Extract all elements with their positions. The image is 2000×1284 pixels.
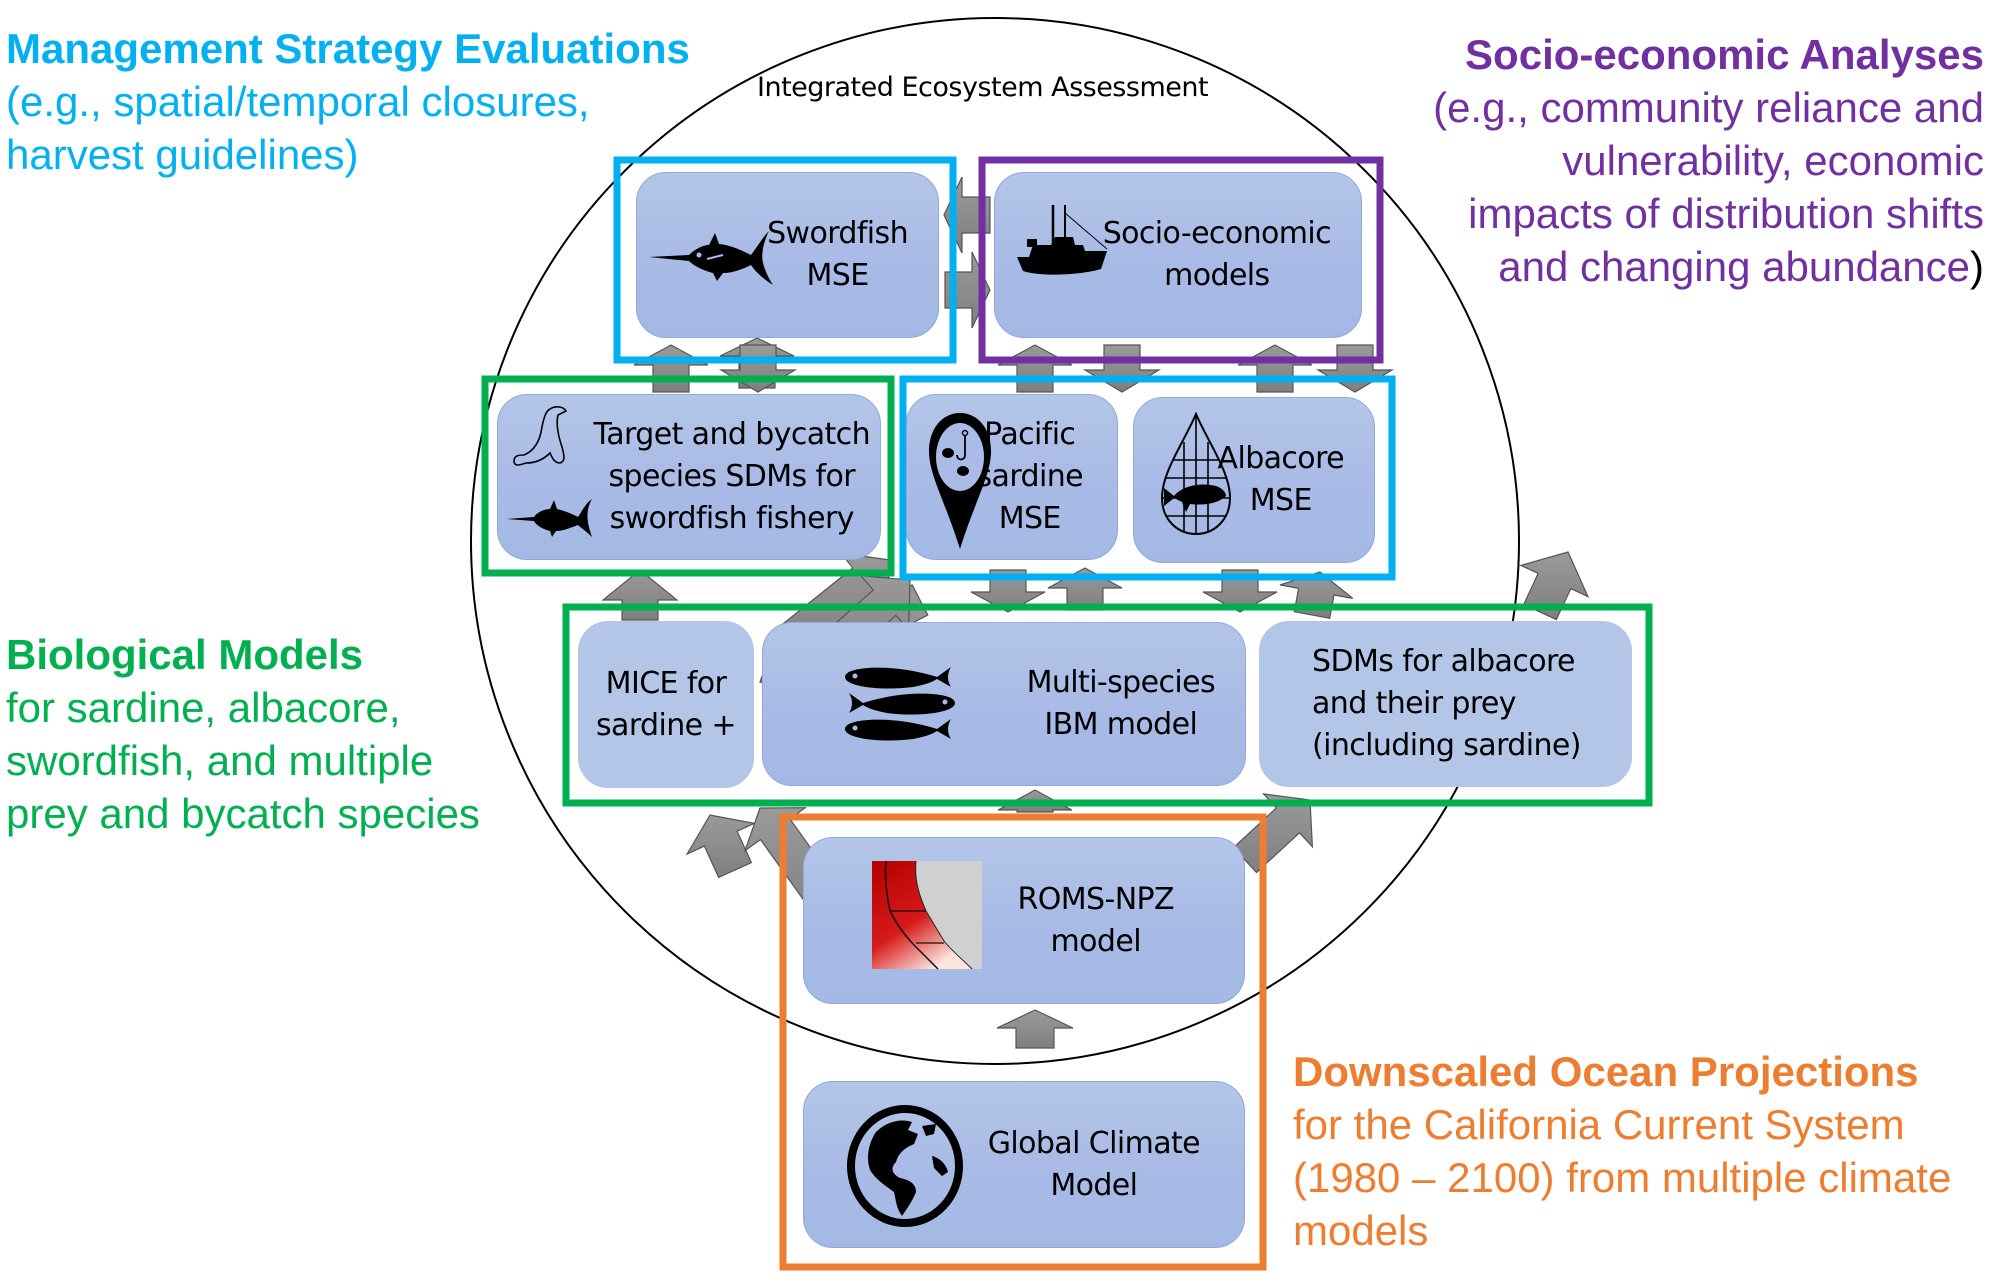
mice-node: MICE for sardine + (578, 621, 754, 788)
socio-caption: Socio-economic Analyses (e.g., community… (1433, 28, 1984, 293)
mice-label: MICE for sardine + (596, 665, 737, 743)
arrow-mice-to-target (601, 569, 679, 621)
mse-caption-line: harvest guidelines) (6, 131, 359, 178)
ibm-label: Multi-species IBM model (1026, 665, 1216, 742)
arrow-albacore-to-socio-up (1237, 344, 1313, 393)
mse-caption: Management Strategy Evaluations (e.g., s… (6, 22, 690, 181)
ocean-caption-line: models (1293, 1207, 1429, 1254)
arrow-pacific-to-socio-up (997, 344, 1073, 393)
ocean-caption-line: for the California Current System (1293, 1101, 1905, 1148)
roms-label: ROMS-NPZ model (1017, 881, 1175, 959)
arrow-roms-to-mice (685, 814, 757, 879)
gcm-node: Global Climate Model (803, 1081, 1245, 1248)
ocean-caption-heading: Downscaled Ocean Projections (1293, 1048, 1919, 1095)
sdms-albacore-node: SDMs for albacore and their prey (includ… (1259, 621, 1632, 787)
socio-caption-heading: Socio-economic Analyses (1465, 31, 1984, 78)
albacore-mse-label: Albacore MSE (1217, 441, 1345, 518)
arrow-gcm-to-roms (996, 1009, 1074, 1049)
ocean-caption: Downscaled Ocean Projections for the Cal… (1293, 1045, 1951, 1257)
socio-caption-line: and changing abundance (1498, 243, 1970, 290)
mse-caption-heading: Management Strategy Evaluations (6, 25, 690, 72)
sea-lion-icon (513, 406, 568, 466)
albacore-mse-node: Albacore MSE (1133, 397, 1375, 563)
ocean-map-icon (872, 861, 982, 969)
target-bycatch-node: Target and bycatch species SDMs for swor… (497, 394, 881, 560)
socio-caption-line-last: and changing abundance) (1433, 240, 1984, 293)
fish-net-icon (1160, 412, 1232, 536)
mse-caption-line: (e.g., spatial/temporal closures, (6, 78, 590, 125)
target-bycatch-label: Target and bycatch species SDMs for swor… (593, 417, 871, 536)
bio-caption: Biological Models for sardine, albacore,… (6, 628, 480, 840)
socio-caption-line: vulnerability, economic (1562, 137, 1984, 184)
ibm-node: Multi-species IBM model (762, 622, 1246, 786)
globe-icon (847, 1105, 963, 1227)
gcm-label: Global Climate Model (987, 1125, 1201, 1203)
swordfish-icon (649, 231, 773, 285)
arrow-socio-to-pacific-down (1082, 344, 1162, 393)
socio-models-node: Socio-economic models (994, 172, 1362, 338)
swordfish-mse-node: Swordfish MSE (636, 172, 939, 338)
bio-caption-line: prey and bycatch species (6, 790, 480, 837)
roms-node: ROMS-NPZ model (803, 837, 1245, 1004)
iea-title: Integrated Ecosystem Assessment (757, 72, 1209, 103)
swordfish-small-icon (507, 499, 592, 537)
socio-caption-closing-paren: ) (1970, 243, 1984, 290)
sdms-albacore-label: SDMs for albacore and their prey (includ… (1312, 644, 1581, 763)
ocean-caption-line: (1980 – 2100) from multiple climate (1293, 1154, 1952, 1201)
bio-caption-heading: Biological Models (6, 631, 364, 678)
map-pin-fish-hook-icon (929, 413, 991, 549)
socio-caption-line: impacts of distribution shifts (1468, 190, 1984, 237)
three-fish-icon (845, 667, 955, 741)
socio-models-label: Socio-economic models (1102, 216, 1332, 293)
bio-caption-line: swordfish, and multiple (6, 737, 434, 784)
pacific-sardine-node: Pacific sardine MSE (906, 394, 1118, 560)
bio-caption-line: for sardine, albacore, (6, 684, 401, 731)
fishing-boat-icon (1017, 205, 1108, 275)
arrow-target-to-swordfish-up (633, 344, 709, 393)
socio-caption-line: (e.g., community reliance and (1433, 84, 1984, 131)
swordfish-mse-label: Swordfish MSE (767, 216, 909, 293)
